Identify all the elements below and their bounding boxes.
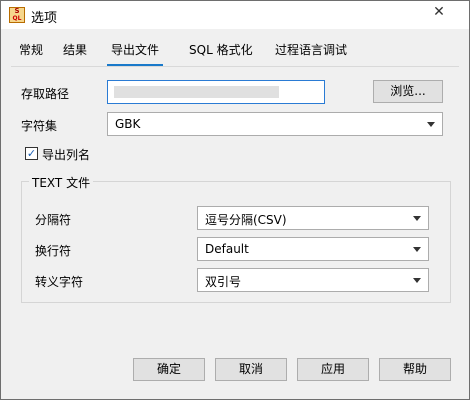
newline-label: 换行符 <box>35 244 72 258</box>
chevron-down-icon <box>413 278 421 283</box>
export-colnames-label: 导出列名 <box>42 148 91 162</box>
chevron-down-icon <box>413 216 421 221</box>
tab-export-file[interactable]: 导出文件 <box>107 37 164 66</box>
escape-value: 双引号 <box>205 275 242 289</box>
title-bar: S QL 选项 ✕ <box>1 1 469 29</box>
help-button[interactable]: 帮助 <box>379 358 451 381</box>
chevron-down-icon <box>413 247 421 252</box>
apply-button[interactable]: 应用 <box>297 358 369 381</box>
charset-value: GBK <box>115 117 141 131</box>
newline-select[interactable]: Default <box>197 237 429 261</box>
delimiter-select[interactable]: 逗号分隔(CSV) <box>197 206 429 230</box>
window-title: 选项 <box>31 11 58 26</box>
cancel-button[interactable]: 取消 <box>215 358 287 381</box>
export-colnames-checkbox[interactable]: ✓ <box>25 147 38 160</box>
path-input[interactable] <box>107 80 325 104</box>
path-label: 存取路径 <box>21 87 70 101</box>
tab-sql-format[interactable]: SQL 格式化 <box>189 37 253 66</box>
export-file-panel: 存取路径 浏览... 字符集 GBK ✓ 导出列名 TEXT 文件 分隔符 逗号… <box>11 67 459 349</box>
options-dialog: S QL 选项 ✕ 常规 结果 导出文件 SQL 格式化 过程语言调试 存取路径 … <box>0 0 470 400</box>
charset-label: 字符集 <box>21 119 58 133</box>
sql-app-icon: S QL <box>9 7 25 23</box>
delimiter-label: 分隔符 <box>35 213 72 227</box>
escape-label: 转义字符 <box>35 275 84 289</box>
tab-procedural-debug[interactable]: 过程语言调试 <box>275 37 347 66</box>
tab-general[interactable]: 常规 <box>19 37 43 66</box>
tab-results[interactable]: 结果 <box>63 37 87 66</box>
close-icon[interactable]: ✕ <box>415 1 463 23</box>
escape-select[interactable]: 双引号 <box>197 268 429 292</box>
ok-button[interactable]: 确定 <box>133 358 205 381</box>
chevron-down-icon <box>427 122 435 127</box>
path-value <box>114 86 279 98</box>
delimiter-value: 逗号分隔(CSV) <box>205 213 287 227</box>
newline-value: Default <box>205 242 249 256</box>
button-bar: 确定 取消 应用 帮助 <box>1 345 469 399</box>
text-file-group-title: TEXT 文件 <box>29 174 94 191</box>
browse-button[interactable]: 浏览... <box>373 80 443 103</box>
charset-select[interactable]: GBK <box>107 112 443 136</box>
tab-bar: 常规 结果 导出文件 SQL 格式化 过程语言调试 <box>11 37 459 67</box>
